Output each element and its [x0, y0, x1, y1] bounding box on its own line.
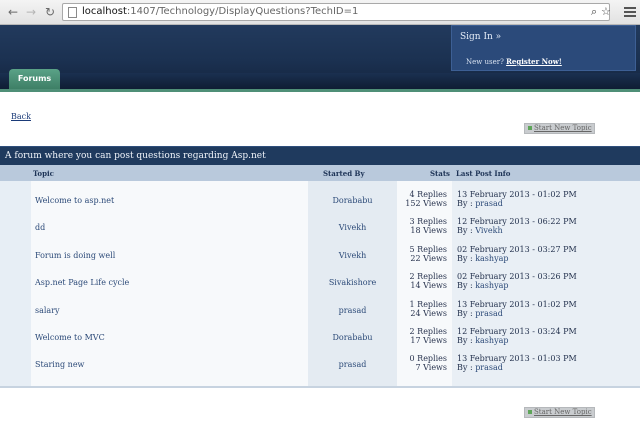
last-post-user-link[interactable]: prasad [475, 309, 503, 318]
last-post-date: 13 February 2013 - 01:02 PM [457, 190, 577, 199]
register-link[interactable]: Register Now! [506, 57, 562, 66]
topic-starter[interactable]: Dorababu [308, 333, 397, 342]
topic-starter[interactable]: Vivekh [308, 251, 397, 260]
last-post-author: By : prasad [457, 199, 503, 208]
topic-starter[interactable]: prasad [308, 306, 397, 315]
browser-menu-icon[interactable] [624, 5, 636, 19]
view-count: 24 Views [410, 308, 447, 318]
forum-title: A forum where you can post questions reg… [5, 151, 266, 161]
reply-count: 1 Replies [409, 299, 447, 309]
new-user-text: New user? Register Now! [466, 57, 562, 66]
column-header-started-by: Started By [323, 169, 365, 178]
start-new-topic-button-bottom[interactable]: Start New Topic [524, 407, 595, 418]
column-header-last-post: Last Post Info [456, 169, 511, 178]
topic-starter[interactable]: Sivakishore [308, 278, 397, 287]
last-post-by-prefix: By : [457, 199, 473, 208]
last-post-author: By : kashyap [457, 336, 508, 345]
last-post-author: By : kashyap [457, 254, 508, 263]
table-row: Asp.net Page Life cycle Sivakishore 2 Repl… [0, 269, 640, 296]
last-post-author: By : prasad [457, 363, 503, 372]
topic-starter[interactable]: Dorababu [308, 196, 397, 205]
url-text[interactable]: localhost:1407/Technology/DisplayQuestio… [82, 6, 358, 17]
image-placeholder-icon [528, 410, 532, 414]
topic-title-link[interactable]: Welcome to asp.net [35, 196, 114, 205]
reply-count: 5 Replies [409, 244, 447, 254]
tab-forums[interactable]: Forums [9, 69, 60, 89]
last-post-by-prefix: By : [457, 308, 473, 318]
last-post-date: 02 February 2013 - 03:26 PM [457, 272, 577, 282]
address-bar[interactable]: localhost:1407/Technology/DisplayQuestio… [62, 3, 611, 21]
bookmark-star-icon[interactable]: ☆ [601, 5, 611, 18]
page-icon [68, 7, 77, 18]
table-row: Welcome to asp.net Dorababu 4 Replies 152 V… [0, 187, 640, 214]
last-post-date: 13 February 2013 - 01:03 PM [457, 354, 577, 364]
view-count: 14 Views [410, 281, 447, 291]
view-count: 7 Views [415, 363, 447, 373]
back-link[interactable]: Back [11, 112, 31, 121]
last-post-author: By : kashyap [457, 281, 508, 290]
site-header: Sign In » New user? Register Now! Forums [0, 25, 640, 89]
last-post-by-prefix: By : [457, 253, 473, 263]
sign-in-link[interactable]: Sign In » [460, 32, 501, 42]
topic-title-link[interactable]: Welcome to MVC [35, 333, 105, 342]
last-post-user-link[interactable]: kashyap [475, 254, 508, 263]
last-post-user-link[interactable]: Vivekh [475, 226, 502, 235]
view-count: 18 Views [410, 226, 447, 236]
reply-count: 3 Replies [409, 217, 447, 227]
table-footer-border [0, 386, 640, 388]
reply-count: 0 Replies [409, 354, 447, 364]
last-post-date: 13 February 2013 - 01:02 PM [457, 299, 577, 309]
topic-title-link[interactable]: Asp.net Page Life cycle [35, 278, 129, 287]
topic-title-link[interactable]: Forum is doing well [35, 251, 115, 260]
reply-count: 2 Replies [409, 327, 447, 336]
topic-starter[interactable]: prasad [308, 360, 397, 369]
column-header-topic: Topic [33, 169, 54, 178]
topic-title-link[interactable]: dd [35, 223, 45, 232]
reply-count: 2 Replies [409, 272, 447, 282]
last-post-author: By : Vivekh [457, 226, 503, 235]
topic-title-link[interactable]: Staring new [35, 360, 84, 369]
header-band [0, 73, 640, 89]
table-row: Welcome to MVC Dorababu 2 Replies 17 Views 1… [0, 324, 640, 351]
last-post-by-prefix: By : [457, 226, 473, 236]
last-post-by-prefix: By : [457, 336, 473, 345]
table-row: Staring new prasad 0 Replies 7 Views 13 Febr… [0, 351, 640, 378]
forward-arrow-icon[interactable]: → [24, 5, 38, 19]
view-count: 22 Views [410, 253, 447, 263]
forum-title-bar: A forum where you can post questions reg… [0, 146, 640, 165]
last-post-user-link[interactable]: kashyap [475, 281, 508, 290]
table-row: dd Vivekh 3 Replies 18 Views 12 February 201… [0, 214, 640, 241]
reply-count: 4 Replies [409, 190, 447, 199]
view-count: 152 Views [405, 199, 447, 208]
browser-toolbar: ← → ↻ localhost:1407/Technology/DisplayQ… [0, 0, 640, 25]
topic-starter[interactable]: Vivekh [308, 223, 397, 232]
topic-title-link[interactable]: salary [35, 306, 60, 315]
last-post-by-prefix: By : [457, 363, 473, 373]
start-new-topic-button[interactable]: Start New Topic [524, 123, 595, 134]
image-placeholder-icon [528, 126, 532, 130]
last-post-by-prefix: By : [457, 281, 473, 291]
zoom-icon[interactable]: ⌕ [591, 5, 597, 19]
last-post-date: 12 February 2013 - 03:24 PM [457, 327, 577, 336]
last-post-date: 12 February 2013 - 06:22 PM [457, 217, 577, 227]
column-header-stats: Stats [430, 169, 450, 178]
last-post-user-link[interactable]: prasad [475, 199, 503, 208]
back-arrow-icon[interactable]: ← [6, 5, 20, 19]
last-post-date: 02 February 2013 - 03:27 PM [457, 244, 577, 254]
last-post-author: By : prasad [457, 309, 503, 318]
table-header: Topic Started By Stats Last Post Info [0, 165, 640, 181]
table-row: salary prasad 1 Replies 24 Views 13 February… [0, 297, 640, 324]
reload-icon[interactable]: ↻ [43, 5, 57, 19]
last-post-user-link[interactable]: prasad [475, 363, 503, 372]
signin-panel: Sign In » New user? Register Now! [451, 25, 636, 71]
last-post-user-link[interactable]: kashyap [475, 336, 508, 345]
nav-underline [0, 89, 640, 92]
table-row: Forum is doing well Vivekh 5 Replies 22 Vie… [0, 242, 640, 269]
view-count: 17 Views [410, 336, 447, 345]
